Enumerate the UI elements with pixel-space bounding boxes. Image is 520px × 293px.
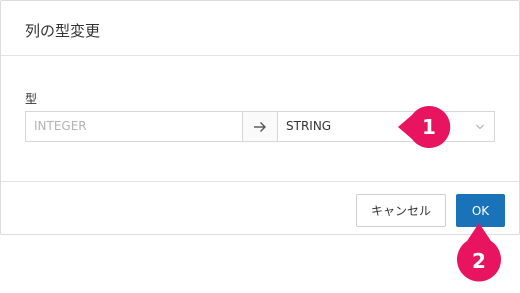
chevron-down-icon <box>476 124 484 130</box>
new-type-select[interactable]: STRING <box>278 111 495 142</box>
current-type-field: INTEGER <box>25 111 242 142</box>
dialog-title: 列の型変更 <box>25 22 101 40</box>
dialog-footer: キャンセル OK <box>1 181 519 234</box>
arrow-separator <box>242 111 278 142</box>
callout-marker-1: 1 <box>398 106 451 148</box>
callout-marker-2: 2 <box>457 223 501 282</box>
arrow-right-icon <box>254 122 266 132</box>
type-field-label: 型 <box>25 92 38 106</box>
new-type-value: STRING <box>286 119 332 133</box>
callout-number-1: 1 <box>422 115 436 139</box>
dialog-header: 列の型変更 <box>1 1 519 56</box>
callout-number-2: 2 <box>472 249 486 273</box>
cancel-button[interactable]: キャンセル <box>356 194 446 227</box>
